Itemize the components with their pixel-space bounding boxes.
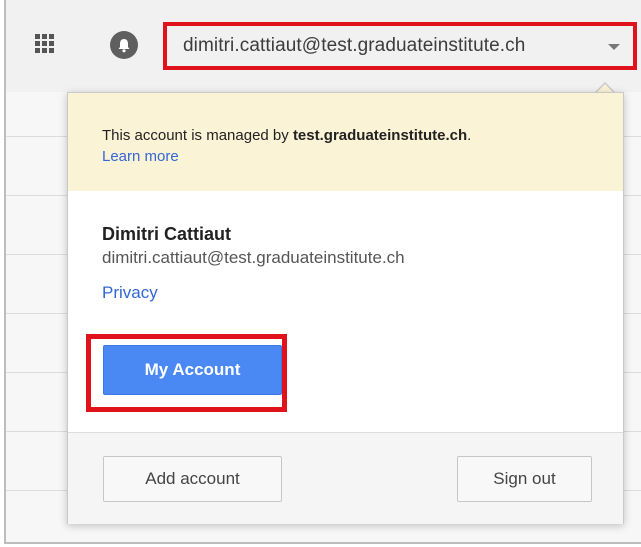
app-window: dimitri.cattiaut@test.graduateinstitute.… <box>4 0 641 544</box>
apps-grid-icon[interactable] <box>35 34 55 54</box>
account-email: dimitri.cattiaut@test.graduateinstitute.… <box>183 35 526 56</box>
notifications-bell-icon[interactable] <box>110 31 138 59</box>
managing-domain: test.graduateinstitute.ch <box>292 127 468 144</box>
notice-text: This account is managed by test.graduate… <box>102 127 472 144</box>
profile-name: Dimitri Cattiaut <box>102 224 232 244</box>
account-switcher-button[interactable]: dimitri.cattiaut@test.graduateinstitute.… <box>163 22 637 70</box>
managed-account-notice: This account is managed by test.graduate… <box>68 93 623 191</box>
popup-footer: Add account Sign out <box>68 432 623 524</box>
learn-more-link[interactable]: Learn more <box>102 146 623 167</box>
account-popup: This account is managed by test.graduate… <box>67 92 624 524</box>
profile-info: Dimitri Cattiaut dimitri.cattiaut@test.g… <box>102 223 405 303</box>
caret-down-icon <box>608 44 620 50</box>
sign-out-button[interactable]: Sign out <box>457 456 592 502</box>
privacy-link[interactable]: Privacy <box>102 283 158 303</box>
add-account-button[interactable]: Add account <box>103 456 282 502</box>
my-account-button[interactable]: My Account <box>103 345 282 395</box>
bell-icon <box>118 38 130 52</box>
profile-email: dimitri.cattiaut@test.graduateinstitute.… <box>102 248 405 267</box>
